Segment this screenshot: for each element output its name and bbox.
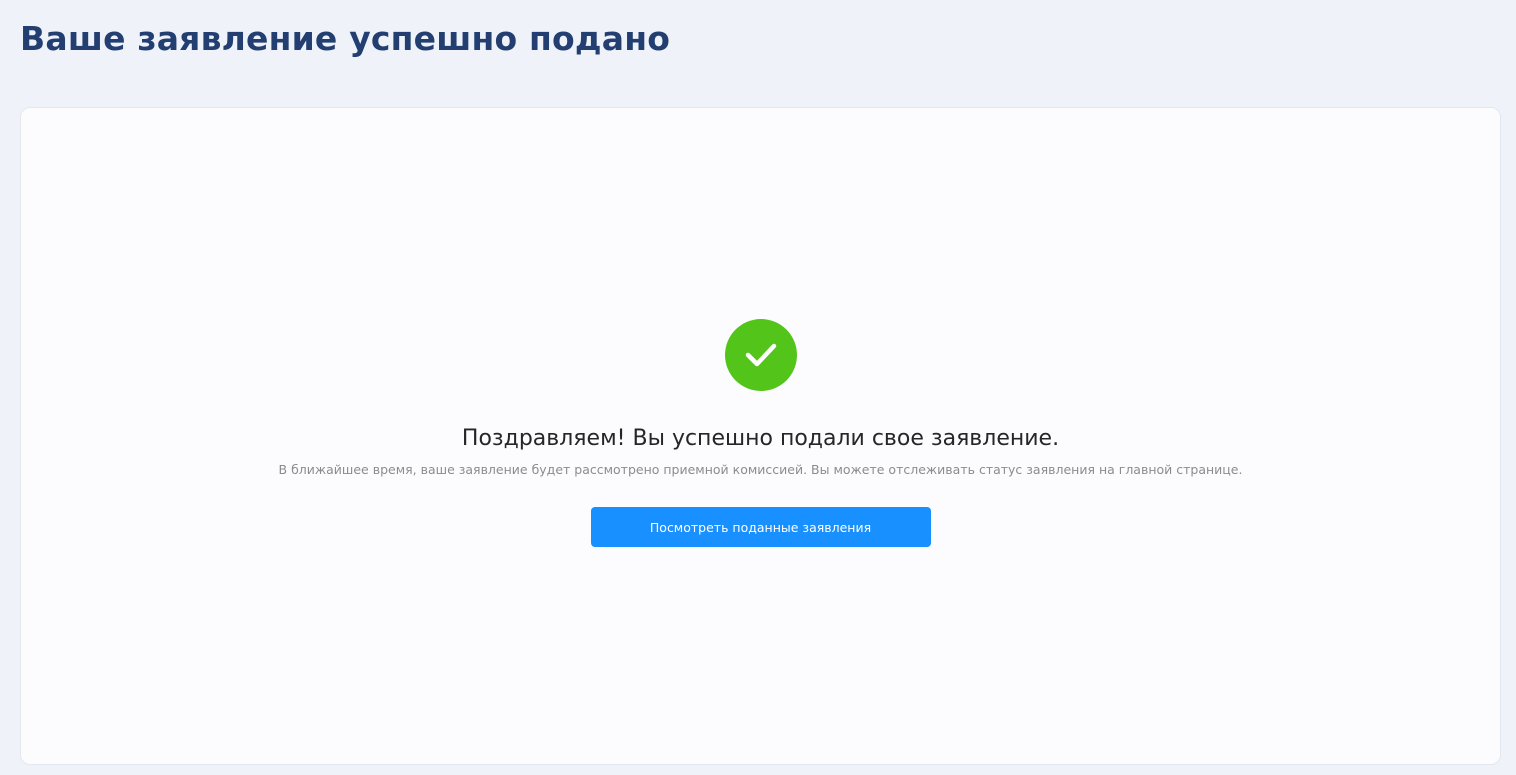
success-check-icon bbox=[724, 319, 797, 391]
result-section: Поздравляем! Вы успешно подали свое заяв… bbox=[21, 319, 1500, 547]
page-title: Ваше заявление успешно подано bbox=[20, 19, 671, 58]
page: Ваше заявление успешно подано Поздравляе… bbox=[0, 0, 1516, 775]
result-card: Поздравляем! Вы успешно подали свое заяв… bbox=[20, 107, 1501, 765]
result-title: Поздравляем! Вы успешно подали свое заяв… bbox=[461, 426, 1060, 451]
view-applications-button[interactable]: Посмотреть поданные заявления bbox=[590, 507, 931, 547]
result-subtitle: В ближайшее время, ваше заявление будет … bbox=[278, 462, 1243, 477]
check-icon bbox=[745, 343, 776, 367]
